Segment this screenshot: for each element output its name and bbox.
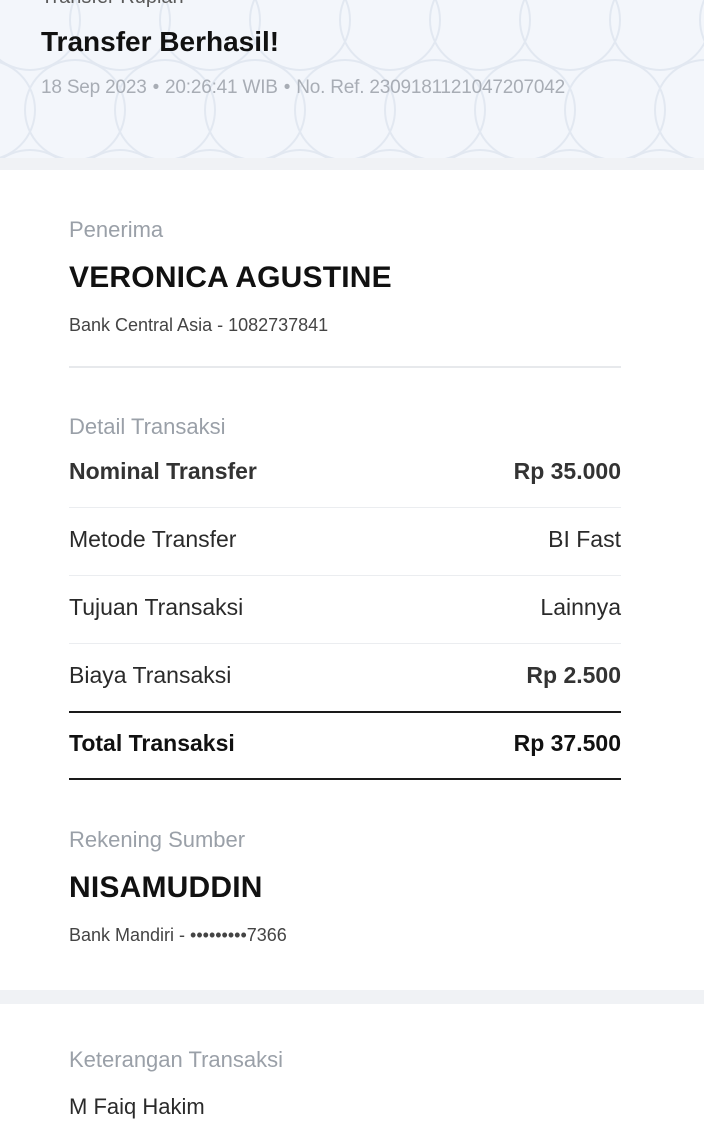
detail-value: Rp 35.000 xyxy=(513,457,621,484)
transaction-date: 18 Sep 2023 xyxy=(41,77,147,98)
recipient-label: Penerima xyxy=(69,217,164,242)
section-gap xyxy=(0,158,704,170)
separator-dot: • xyxy=(283,77,291,98)
source-name: NISAMUDDIN xyxy=(69,871,263,904)
detail-value: Rp 2.500 xyxy=(526,661,621,688)
detail-key: Nominal Transfer xyxy=(69,457,257,484)
total-top-line xyxy=(69,711,621,713)
recipient-name: VERONICA AGUSTINE xyxy=(69,261,392,294)
detail-row-nominal: Nominal Transfer Rp 35.000 xyxy=(69,454,621,488)
detail-value: Lainnya xyxy=(540,593,621,620)
page-title: Transfer Berhasil! xyxy=(41,26,280,57)
source-bank-info: Bank Mandiri - •••••••••7366 xyxy=(69,925,287,945)
reference-number: No. Ref. 2309181121047207042 xyxy=(296,77,565,98)
transaction-time: 20:26:41 WIB xyxy=(165,77,278,98)
source-label: Rekening Sumber xyxy=(69,827,246,852)
separator-dot: • xyxy=(152,77,160,98)
total-row: Total Transaksi Rp 37.500 xyxy=(69,726,621,760)
total-bottom-line xyxy=(69,778,621,780)
row-divider xyxy=(69,575,621,576)
section-divider xyxy=(69,366,621,368)
detail-row-method: Metode Transfer BI Fast xyxy=(69,522,621,556)
row-divider xyxy=(69,507,621,508)
detail-key: Metode Transfer xyxy=(69,525,237,552)
detail-key: Tujuan Transaksi xyxy=(69,593,244,620)
detail-value: BI Fast xyxy=(548,525,621,552)
header-banner: Transfer Rupiah Transfer Berhasil! 18 Se… xyxy=(0,0,704,158)
total-value: Rp 37.500 xyxy=(513,729,621,756)
detail-key: Biaya Transaksi xyxy=(69,661,232,688)
transaction-meta: 18 Sep 2023 • 20:26:41 WIB • No. Ref. 230918… xyxy=(41,77,565,99)
section-gap xyxy=(0,990,704,1004)
header-subtitle: Transfer Rupiah xyxy=(41,0,184,9)
detail-row-fee: Biaya Transaksi Rp 2.500 xyxy=(69,658,621,692)
note-text: M Faiq Hakim xyxy=(69,1094,205,1119)
detail-row-purpose: Tujuan Transaksi Lainnya xyxy=(69,590,621,624)
total-label: Total Transaksi xyxy=(69,729,235,756)
recipient-bank-info: Bank Central Asia - 1082737841 xyxy=(69,315,329,335)
row-divider xyxy=(69,643,621,644)
note-label: Keterangan Transaksi xyxy=(69,1047,284,1072)
details-label: Detail Transaksi xyxy=(69,414,226,439)
